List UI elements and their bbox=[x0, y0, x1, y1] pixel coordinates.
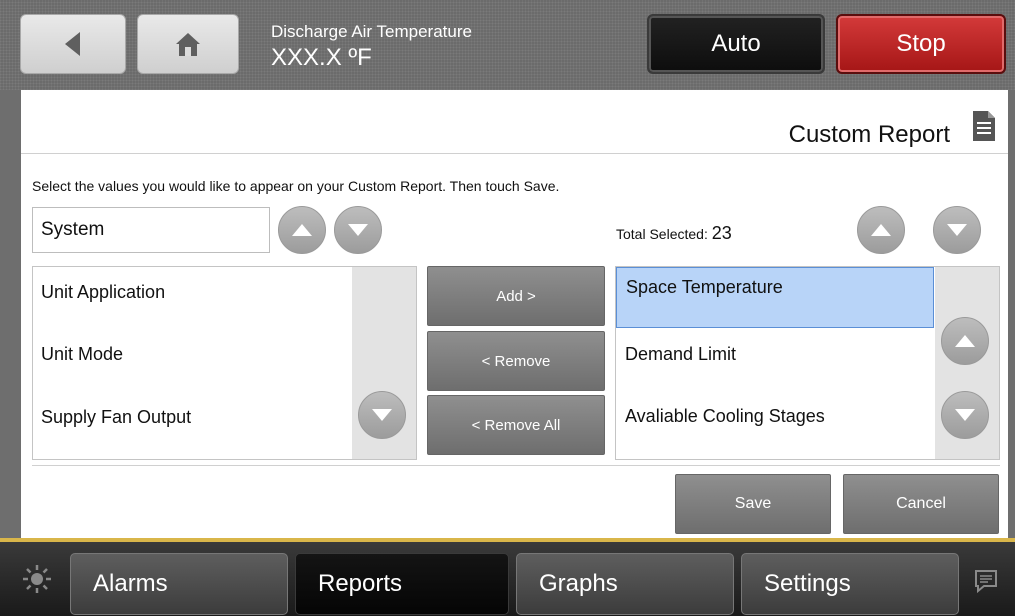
list-item[interactable]: Unit Application bbox=[41, 282, 165, 303]
bottom-nav: Alarms Reports Graphs Settings bbox=[0, 538, 1015, 616]
total-selected-label: Total Selected: bbox=[616, 226, 712, 242]
selected-up-button[interactable] bbox=[857, 206, 905, 254]
chevron-up-icon bbox=[871, 224, 891, 236]
stop-button[interactable]: Stop bbox=[836, 14, 1006, 74]
scrollbar[interactable] bbox=[935, 267, 999, 459]
home-icon bbox=[176, 33, 200, 56]
available-values-list[interactable]: Unit Application Unit Mode Supply Fan Ou… bbox=[32, 266, 417, 460]
remove-button[interactable]: < Remove bbox=[427, 331, 605, 391]
category-up-button[interactable] bbox=[278, 206, 326, 254]
scroll-down-button[interactable] bbox=[941, 391, 989, 439]
auto-button[interactable]: Auto bbox=[647, 14, 825, 74]
tab-reports[interactable]: Reports bbox=[295, 553, 509, 615]
sensor-label: Discharge Air Temperature bbox=[271, 22, 472, 41]
chevron-down-icon bbox=[372, 409, 392, 421]
home-button[interactable] bbox=[137, 14, 239, 74]
tab-settings[interactable]: Settings bbox=[741, 553, 959, 615]
selected-values-list[interactable]: Space Temperature Demand Limit Avaliable… bbox=[615, 266, 1000, 460]
instructions-text: Select the values you would like to appe… bbox=[32, 178, 560, 194]
chevron-down-icon bbox=[348, 224, 368, 236]
category-down-button[interactable] bbox=[334, 206, 382, 254]
tab-alarms[interactable]: Alarms bbox=[70, 553, 288, 615]
total-selected: Total Selected: 23 bbox=[616, 223, 732, 244]
add-button[interactable]: Add > bbox=[427, 266, 605, 326]
divider bbox=[21, 153, 1008, 154]
back-arrow-icon bbox=[65, 32, 80, 56]
list-item[interactable]: Supply Fan Output bbox=[41, 407, 191, 428]
list-item-selected[interactable]: Space Temperature bbox=[616, 267, 934, 328]
tab-graphs[interactable]: Graphs bbox=[516, 553, 734, 615]
list-item[interactable]: Unit Mode bbox=[41, 344, 123, 365]
chevron-up-icon bbox=[955, 335, 975, 347]
divider bbox=[32, 465, 1000, 466]
remove-all-button[interactable]: < Remove All bbox=[427, 395, 605, 455]
back-button[interactable] bbox=[20, 14, 126, 74]
chevron-up-icon bbox=[292, 224, 312, 236]
chat-icon[interactable] bbox=[973, 568, 999, 594]
chevron-down-icon bbox=[947, 224, 967, 236]
save-button[interactable]: Save bbox=[675, 474, 831, 534]
selected-down-button[interactable] bbox=[933, 206, 981, 254]
list-item[interactable]: Demand Limit bbox=[616, 335, 934, 396]
page-title: Custom Report bbox=[788, 121, 950, 148]
total-selected-value: 23 bbox=[711, 223, 732, 243]
category-selector[interactable]: System bbox=[32, 207, 270, 253]
sensor-value: XXX.X ºF bbox=[271, 44, 372, 71]
cancel-button[interactable]: Cancel bbox=[843, 474, 999, 534]
header-bar: Discharge Air Temperature XXX.X ºF Auto … bbox=[0, 0, 1015, 90]
scroll-down-button[interactable] bbox=[358, 391, 406, 439]
scroll-up-button[interactable] bbox=[941, 317, 989, 365]
list-item[interactable]: Avaliable Cooling Stages bbox=[616, 397, 934, 458]
document-icon bbox=[973, 111, 995, 141]
sun-icon[interactable] bbox=[22, 564, 52, 594]
custom-report-panel: Custom Report Select the values you woul… bbox=[21, 90, 1008, 538]
scrollbar[interactable] bbox=[352, 267, 416, 459]
chevron-down-icon bbox=[955, 409, 975, 421]
